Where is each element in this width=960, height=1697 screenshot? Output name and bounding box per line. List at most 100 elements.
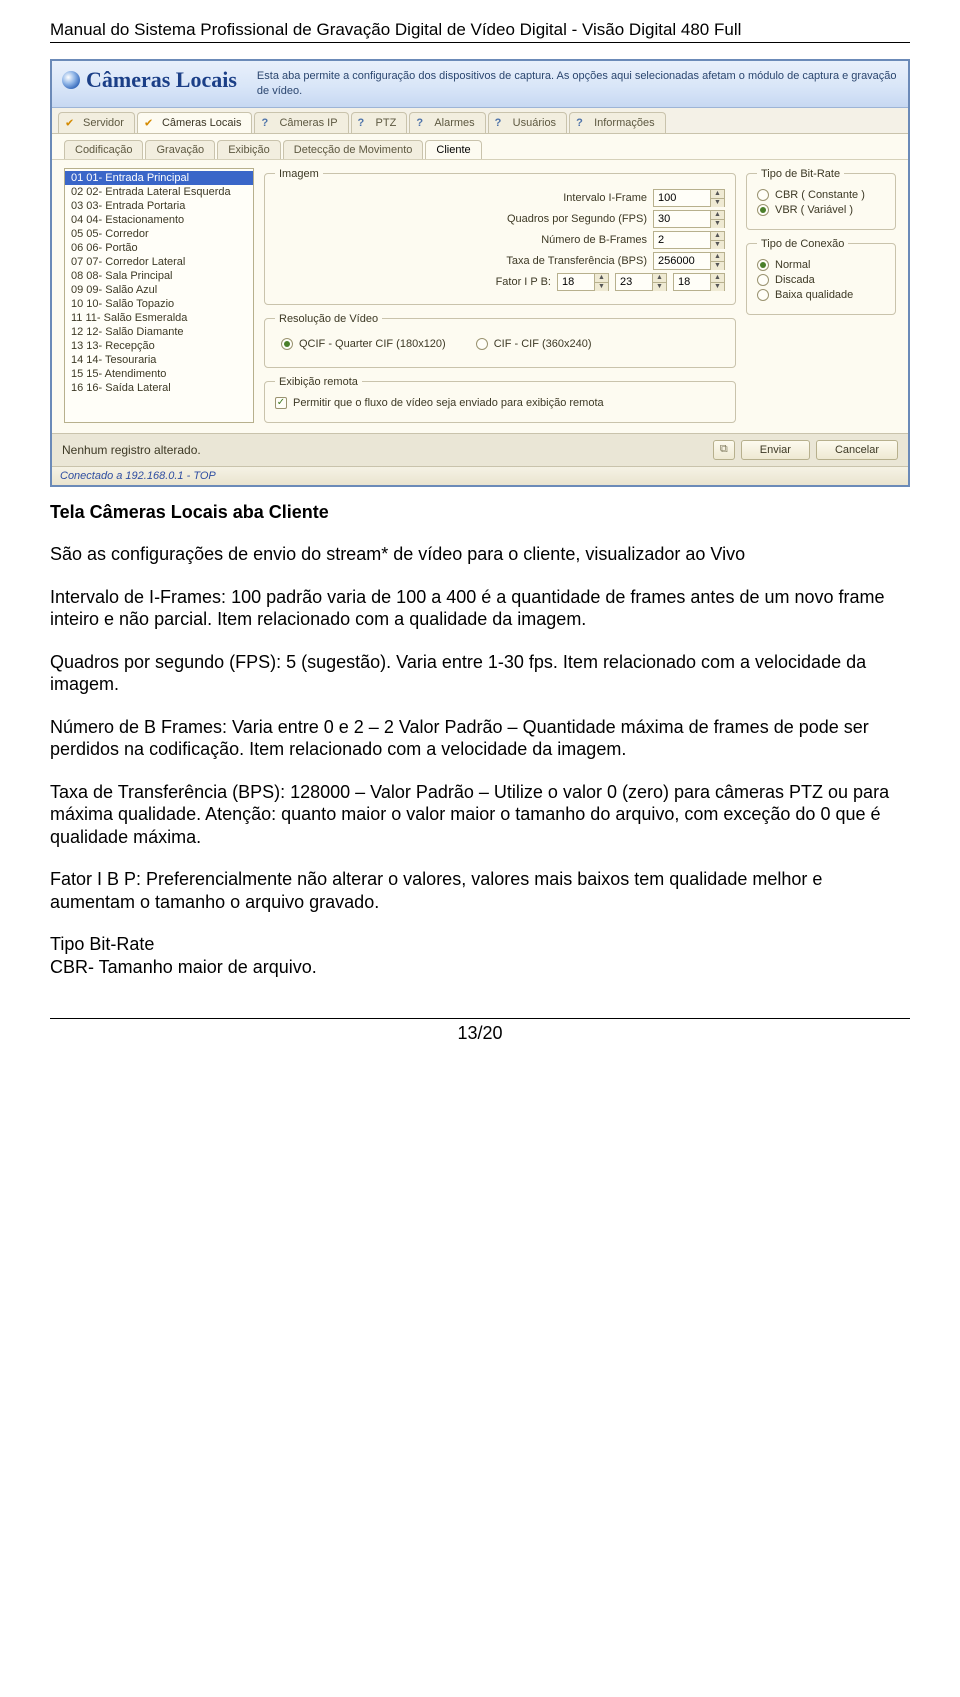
subtab-cliente[interactable]: Cliente [425, 140, 481, 159]
arrow-up-icon[interactable]: ▲ [595, 274, 608, 283]
page-footer: 13/20 [50, 1018, 910, 1044]
tab-label: Câmeras Locais [162, 117, 241, 129]
question-icon: ? [495, 117, 502, 129]
tab-servidor[interactable]: ✔Servidor [58, 112, 135, 133]
radio-label: VBR ( Variável ) [775, 204, 853, 216]
arrow-up-icon[interactable]: ▲ [711, 253, 724, 262]
question-icon: ? [358, 117, 365, 129]
input-ipb-b[interactable] [673, 273, 711, 291]
spinner-arrows[interactable]: ▲▼ [711, 210, 725, 228]
radio-normal[interactable]: Normal [757, 259, 885, 271]
fieldset-conexao: Tipo de Conexão Normal Discada Baixa qua… [746, 238, 896, 315]
input-fps[interactable] [653, 210, 711, 228]
input-bps[interactable] [653, 252, 711, 270]
list-item[interactable]: 14 14- Tesouraria [65, 353, 253, 367]
tab-label: Informações [594, 117, 655, 129]
arrow-down-icon[interactable]: ▼ [711, 220, 724, 228]
arrow-down-icon[interactable]: ▼ [711, 262, 724, 270]
list-item[interactable]: 09 09- Salão Azul [65, 283, 253, 297]
list-item[interactable]: 08 08- Sala Principal [65, 269, 253, 283]
arrow-up-icon[interactable]: ▲ [711, 211, 724, 220]
radio-discada[interactable]: Discada [757, 274, 885, 286]
tab-informacoes[interactable]: ?Informações [569, 112, 666, 133]
spinner-arrows[interactable]: ▲▼ [595, 273, 609, 291]
subtab-gravacao[interactable]: Gravação [145, 140, 215, 159]
arrow-down-icon[interactable]: ▼ [711, 283, 724, 291]
cancelar-button[interactable]: Cancelar [816, 440, 898, 460]
fieldset-bitrate: Tipo de Bit-Rate CBR ( Constante ) VBR (… [746, 168, 896, 230]
paragraph: Número de B Frames: Varia entre 0 e 2 – … [50, 716, 910, 761]
check-label: Permitir que o fluxo de vídeo seja envia… [293, 397, 604, 409]
tab-label: PTZ [376, 117, 397, 129]
radio-icon [281, 338, 293, 350]
arrow-up-icon[interactable]: ▲ [711, 232, 724, 241]
tab-alarmes[interactable]: ?Alarmes [409, 112, 485, 133]
radio-cif[interactable]: CIF - CIF (360x240) [476, 338, 592, 350]
subtab-exibicao[interactable]: Exibição [217, 140, 281, 159]
radio-qcif[interactable]: QCIF - Quarter CIF (180x120) [281, 338, 446, 350]
titlebar-description: Esta aba permite a configuração dos disp… [257, 67, 898, 99]
paragraph-line: Tipo Bit-Rate [50, 934, 154, 954]
enviar-button[interactable]: Enviar [741, 440, 810, 460]
copy-button[interactable]: ⧉ [713, 440, 735, 460]
question-icon: ? [261, 117, 268, 129]
list-item[interactable]: 07 07- Corredor Lateral [65, 255, 253, 269]
radio-icon [757, 289, 769, 301]
input-ipb-i[interactable] [557, 273, 595, 291]
list-item[interactable]: 12 12- Salão Diamante [65, 325, 253, 339]
subtab-codificacao[interactable]: Codificação [64, 140, 143, 159]
tab-label: Câmeras IP [279, 117, 337, 129]
list-item[interactable]: 05 05- Corredor [65, 227, 253, 241]
arrow-up-icon[interactable]: ▲ [711, 274, 724, 283]
spinner-arrows[interactable]: ▲▼ [711, 252, 725, 270]
radio-icon [757, 274, 769, 286]
list-item[interactable]: 16 16- Saída Lateral [65, 381, 253, 395]
spinner-arrows[interactable]: ▲▼ [711, 189, 725, 207]
list-item[interactable]: 10 10- Salão Topazio [65, 297, 253, 311]
input-iframe[interactable] [653, 189, 711, 207]
section-title: Tela Câmeras Locais aba Cliente [50, 501, 910, 524]
list-item[interactable]: 02 02- Entrada Lateral Esquerda [65, 185, 253, 199]
arrow-down-icon[interactable]: ▼ [711, 199, 724, 207]
radio-vbr[interactable]: VBR ( Variável ) [757, 204, 885, 216]
arrow-down-icon[interactable]: ▼ [595, 283, 608, 291]
tab-ptz[interactable]: ? PTZ [351, 112, 408, 133]
list-item[interactable]: 13 13- Recepção [65, 339, 253, 353]
check-remota[interactable]: Permitir que o fluxo de vídeo seja envia… [275, 397, 725, 409]
input-bframes[interactable] [653, 231, 711, 249]
radio-cbr[interactable]: CBR ( Constante ) [757, 189, 885, 201]
tab-cameras-locais[interactable]: ✔ Câmeras Locais [137, 112, 252, 133]
main-tabs: ✔Servidor ✔ Câmeras Locais ? Câmeras IP ? P… [52, 108, 908, 134]
list-item[interactable]: 04 04- Estacionamento [65, 213, 253, 227]
paragraph: Tipo Bit-Rate CBR- Tamanho maior de arqu… [50, 933, 910, 978]
list-item[interactable]: 15 15- Atendimento [65, 367, 253, 381]
arrow-down-icon[interactable]: ▼ [711, 241, 724, 249]
copy-icon: ⧉ [720, 443, 728, 456]
radio-baixa[interactable]: Baixa qualidade [757, 289, 885, 301]
spinner-arrows[interactable]: ▲▼ [653, 273, 667, 291]
camera-list[interactable]: 01 01- Entrada Principal 02 02- Entrada … [64, 168, 254, 423]
paragraph: Intervalo de I-Frames: 100 padrão varia … [50, 586, 910, 631]
legend-imagem: Imagem [275, 168, 323, 180]
spinner-arrows[interactable]: ▲▼ [711, 231, 725, 249]
titlebar-title: Câmeras Locais [62, 67, 237, 93]
tab-label: Servidor [83, 117, 124, 129]
check-icon: ✔ [144, 116, 153, 129]
list-item[interactable]: 01 01- Entrada Principal [65, 171, 253, 185]
subtab-deteccao[interactable]: Detecção de Movimento [283, 140, 424, 159]
content-area: 01 01- Entrada Principal 02 02- Entrada … [52, 160, 908, 433]
arrow-up-icon[interactable]: ▲ [711, 190, 724, 199]
tab-cameras-ip[interactable]: ? Câmeras IP [254, 112, 348, 133]
list-item[interactable]: 03 03- Entrada Portaria [65, 199, 253, 213]
list-item[interactable]: 06 06- Portão [65, 241, 253, 255]
statusbar: Conectado a 192.168.0.1 - TOP [52, 466, 908, 485]
arrow-up-icon[interactable]: ▲ [653, 274, 666, 283]
input-ipb-p[interactable] [615, 273, 653, 291]
tab-usuarios[interactable]: ?Usuários [488, 112, 567, 133]
radio-icon [476, 338, 488, 350]
radio-label: QCIF - Quarter CIF (180x120) [299, 338, 446, 350]
spinner-arrows[interactable]: ▲▼ [711, 273, 725, 291]
fieldset-imagem: Imagem Intervalo I-Frame ▲▼ Quadros por … [264, 168, 736, 305]
arrow-down-icon[interactable]: ▼ [653, 283, 666, 291]
list-item[interactable]: 11 11- Salão Esmeralda [65, 311, 253, 325]
